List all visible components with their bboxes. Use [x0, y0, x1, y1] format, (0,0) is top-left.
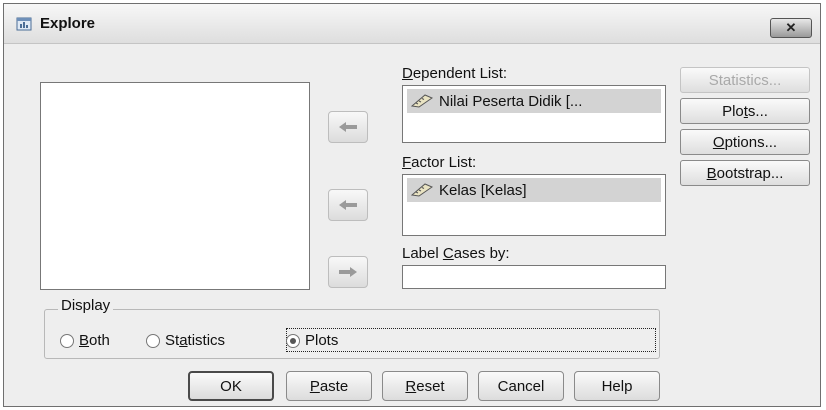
- list-item[interactable]: Kelas [Kelas]: [407, 178, 661, 202]
- title-bar[interactable]: Explore ✕: [4, 4, 820, 44]
- radio-button-selected-icon: [286, 333, 300, 348]
- mnemonic: O: [712, 133, 725, 151]
- move-to-factor-button[interactable]: [328, 189, 368, 221]
- bootstrap-button[interactable]: Bootstrap...: [680, 160, 810, 186]
- radio-button-icon: [146, 333, 160, 348]
- factor-list-label: Factor List:: [402, 154, 476, 171]
- radio-statistics[interactable]: St a tistics: [146, 332, 225, 349]
- mnemonic: D: [402, 65, 413, 82]
- dependent-list[interactable]: Nilai Peserta Didik [...: [402, 85, 666, 143]
- scale-ruler-icon: [411, 183, 433, 197]
- radio-label: oth: [89, 332, 110, 349]
- ok-button[interactable]: OK: [188, 371, 274, 401]
- mnemonic: a: [179, 332, 188, 349]
- list-item[interactable]: Nilai Peserta Didik [...: [407, 89, 661, 113]
- mnemonic: C: [442, 245, 454, 262]
- close-x-icon: ✕: [785, 20, 797, 35]
- label-part: ptions...: [724, 133, 778, 151]
- dependent-list-label: Dependent List:: [402, 65, 507, 82]
- label-rest: ependent List:: [412, 65, 508, 82]
- arrow-left-icon: [339, 122, 357, 132]
- mnemonic: P: [309, 377, 320, 395]
- dialog-title: Explore: [40, 15, 96, 32]
- button-label: aste: [319, 377, 349, 395]
- variable-name: Nilai Peserta Didik [...: [439, 92, 583, 110]
- arrow-left-icon: [339, 200, 357, 210]
- statistics-button[interactable]: Statistics...: [680, 67, 810, 93]
- source-variable-list[interactable]: [40, 82, 310, 290]
- label-prefix: Label: [402, 245, 443, 262]
- variable-name: Kelas [Kelas]: [439, 181, 527, 199]
- reset-button[interactable]: Reset: [382, 371, 468, 401]
- plots-button[interactable]: Plo t s...: [680, 98, 810, 124]
- button-label: Help: [601, 377, 633, 395]
- button-label: Statistics...: [708, 71, 782, 89]
- display-group-legend: Display: [58, 297, 114, 314]
- move-to-label-cases-button[interactable]: [328, 256, 368, 288]
- button-label: Cancel: [497, 377, 545, 395]
- explore-dialog: Explore ✕ Dependent List: Nilai Peserta …: [3, 3, 821, 407]
- radio-button-icon: [60, 333, 74, 348]
- paste-button[interactable]: Paste: [286, 371, 372, 401]
- label-part: Plo: [722, 102, 744, 120]
- button-label: eset: [416, 377, 445, 395]
- factor-list[interactable]: Kelas [Kelas]: [402, 174, 666, 236]
- label-cases-label: Label Cases by:: [402, 245, 510, 262]
- cancel-button[interactable]: Cancel: [478, 371, 564, 401]
- scale-ruler-icon: [411, 94, 433, 108]
- mnemonic: F: [402, 154, 412, 171]
- label-part: ootstrap...: [716, 164, 784, 182]
- radio-label: tistics: [187, 332, 226, 349]
- focus-rectangle: [286, 328, 656, 352]
- label-cases-field[interactable]: [402, 265, 666, 289]
- mnemonic: R: [405, 377, 417, 395]
- button-label: OK: [220, 377, 242, 395]
- explore-app-icon: [16, 17, 32, 31]
- dialog-body: Dependent List: Nilai Peserta Didik [...…: [4, 44, 820, 406]
- radio-plots[interactable]: Plots: [286, 332, 338, 349]
- label-rest: ases by:: [453, 245, 510, 262]
- arrow-right-icon: [339, 267, 357, 277]
- radio-both[interactable]: Both: [60, 332, 110, 349]
- mnemonic: B: [79, 332, 90, 349]
- mnemonic: B: [706, 164, 717, 182]
- label-rest: actor List:: [411, 154, 477, 171]
- radio-label: Plots: [305, 332, 339, 349]
- move-to-dependent-button[interactable]: [328, 111, 368, 143]
- radio-label: St: [165, 332, 180, 349]
- label-part: s...: [747, 102, 768, 120]
- help-button[interactable]: Help: [574, 371, 660, 401]
- options-button[interactable]: Options...: [680, 129, 810, 155]
- close-button[interactable]: ✕: [770, 18, 812, 38]
